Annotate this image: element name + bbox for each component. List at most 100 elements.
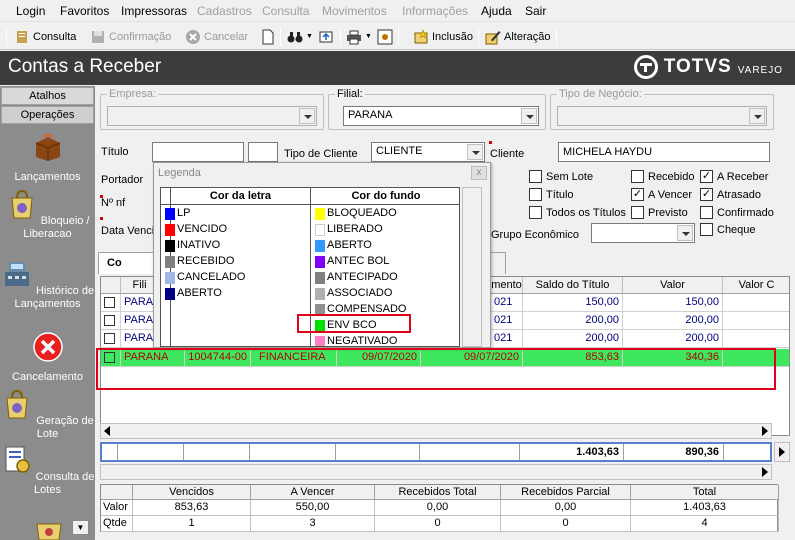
new-document-icon[interactable] <box>260 29 276 45</box>
legend-label: ABERTO <box>177 287 222 299</box>
legend-col-letra: Cor da letra <box>171 188 311 205</box>
row-checkbox[interactable] <box>104 297 115 308</box>
todos-titulos-checkbox[interactable]: Todos os Títulos <box>529 206 626 219</box>
recebido-checkbox[interactable]: Recebido <box>631 170 694 183</box>
inclusao-button[interactable]: Inclusão <box>413 26 473 47</box>
legend-item: ANTEC BOL <box>311 254 459 270</box>
chevron-down-icon[interactable] <box>521 108 537 124</box>
chevron-down-icon[interactable] <box>467 144 483 160</box>
cliente-field[interactable]: MICHELA HAYDU <box>558 142 770 162</box>
titulo-field[interactable] <box>152 142 244 162</box>
bag-icon[interactable] <box>33 518 65 540</box>
close-icon[interactable]: x <box>471 166 487 180</box>
menu-sair[interactable]: Sair <box>525 4 546 18</box>
chevron-down-icon[interactable] <box>677 225 693 241</box>
menu-login[interactable]: Login <box>16 4 45 18</box>
total-valor: 890,36 <box>624 444 724 460</box>
sidebar-item-historico[interactable]: Histórico de Lançamentos <box>0 258 95 311</box>
previsto-checkbox[interactable]: Previsto <box>631 206 688 219</box>
sidebar-item-consulta-lotes[interactable]: Consulta de Lotes <box>0 444 95 497</box>
legend-swatch <box>315 208 325 220</box>
grupo-economico-combo[interactable] <box>591 223 695 243</box>
totvs-logo: TOTVS VAREJO <box>633 55 783 79</box>
total-saldo: 1.403,63 <box>520 444 624 460</box>
legend-label: BLOQUEADO <box>327 207 397 219</box>
cheque-checkbox[interactable]: Cheque <box>700 223 756 236</box>
totals-scrollbar[interactable] <box>100 464 772 480</box>
a-receber-checkbox[interactable]: ✓ A Receber <box>700 170 768 183</box>
tipo-cliente-label: Tipo de Cliente <box>284 148 358 160</box>
summary-col-vencidos: Vencidos <box>133 485 251 500</box>
filial-combo[interactable]: PARANA <box>343 106 539 126</box>
menu-cadastros[interactable]: Cadastros <box>197 4 252 18</box>
export-icon[interactable] <box>318 29 334 45</box>
nf-label: Nº nf <box>101 197 126 209</box>
menu-movimentos[interactable]: Movimentos <box>322 4 387 18</box>
a-vencer-checkbox[interactable]: ✓ A Vencer <box>631 188 692 201</box>
row-checkbox[interactable] <box>104 315 115 326</box>
sidebar-item-cancelamento[interactable]: Cancelamento <box>0 331 95 384</box>
empresa-combo[interactable] <box>107 106 317 126</box>
chevron-down-icon[interactable] <box>299 108 315 124</box>
summary-valor-label: Valor <box>101 500 133 516</box>
consulta-button[interactable]: Consulta <box>14 26 76 47</box>
col-valor-c[interactable]: Valor C <box>723 277 789 294</box>
menu-ajuda[interactable]: Ajuda <box>481 4 512 18</box>
printer-icon[interactable] <box>346 29 362 45</box>
confirmacao-button[interactable]: Confirmação <box>90 26 171 47</box>
sem-lote-checkbox[interactable]: Sem Lote <box>529 170 593 183</box>
page-title: Contas a Receber <box>8 56 162 77</box>
legend-swatch <box>165 256 175 268</box>
col-valor[interactable]: Valor <box>623 277 723 294</box>
col-vencimento[interactable]: mento <box>491 277 523 294</box>
scroll-right-icon[interactable] <box>762 467 768 477</box>
legend-label: CANCELADO <box>177 271 246 283</box>
legend-swatch <box>165 224 175 236</box>
row-checkbox[interactable] <box>104 333 115 344</box>
legend-label: INATIVO <box>177 239 221 251</box>
legend-swatch <box>315 256 325 268</box>
dropdown-arrow-icon[interactable]: ▼ <box>365 33 372 40</box>
totvs-logo-icon <box>633 55 658 79</box>
tab-operacoes[interactable]: Operações <box>1 106 94 124</box>
legend-item: ABERTO <box>311 238 459 254</box>
legend-item: NEGATIVADO <box>311 334 459 346</box>
menu-impressoras[interactable]: Impressoras <box>121 4 187 18</box>
menu-favoritos[interactable]: Favoritos <box>60 4 109 18</box>
summary-col-recebidos-total: Recebidos Total <box>375 485 501 500</box>
sidebar-item-geracao-lote[interactable]: Geração de Lote <box>0 388 95 441</box>
scroll-right-icon[interactable] <box>762 426 768 436</box>
cancelar-button[interactable]: Cancelar <box>185 26 248 47</box>
titulo-suffix-field[interactable] <box>248 142 278 162</box>
annotation-env-bco <box>297 314 411 333</box>
tipo-cliente-combo[interactable]: CLIENTE <box>371 142 485 162</box>
legend-label: ABERTO <box>327 239 372 251</box>
horizontal-scrollbar[interactable] <box>100 423 772 439</box>
legend-col-fundo: Cor do fundo <box>311 188 459 205</box>
legend-scrollbar[interactable] <box>462 187 482 347</box>
dropdown-arrow-icon[interactable]: ▼ <box>306 33 313 40</box>
summary-qtde-label: Qtde <box>101 516 133 532</box>
sidebar-item-lancamentos[interactable]: Lançamentos <box>0 131 95 184</box>
sidebar-scroll-down-button[interactable]: ▼ <box>72 520 89 535</box>
save-icon <box>92 30 104 43</box>
alteracao-button[interactable]: Alteração <box>485 26 550 47</box>
binoculars-icon[interactable] <box>287 29 303 45</box>
settings-icon[interactable] <box>377 29 393 45</box>
scroll-right-icon[interactable] <box>779 447 785 457</box>
menu-informacoes[interactable]: Informações <box>402 4 468 18</box>
toolbar: Consulta Confirmação Cancelar ▼ ▼ Inclus… <box>0 23 795 50</box>
totals-scroll-right[interactable] <box>774 442 790 462</box>
sidebar-item-bloqueio[interactable]: Bloqueio / Liberacao <box>0 188 95 241</box>
tipo-negocio-combo[interactable] <box>557 106 767 126</box>
scroll-left-icon[interactable] <box>104 426 110 436</box>
atrasado-checkbox[interactable]: ✓ Atrasado <box>700 188 761 201</box>
legend-label: LIBERADO <box>327 223 383 235</box>
tab-atalhos[interactable]: Atalhos <box>1 87 94 105</box>
chevron-down-icon[interactable] <box>749 108 765 124</box>
titulo-checkbox[interactable]: Título <box>529 188 574 201</box>
grupo-economico-label: Grupo Econômico <box>491 229 580 241</box>
menu-consulta[interactable]: Consulta <box>262 4 309 18</box>
col-saldo[interactable]: Saldo do Título <box>523 277 623 294</box>
confirmado-checkbox[interactable]: Confirmado <box>700 206 774 219</box>
